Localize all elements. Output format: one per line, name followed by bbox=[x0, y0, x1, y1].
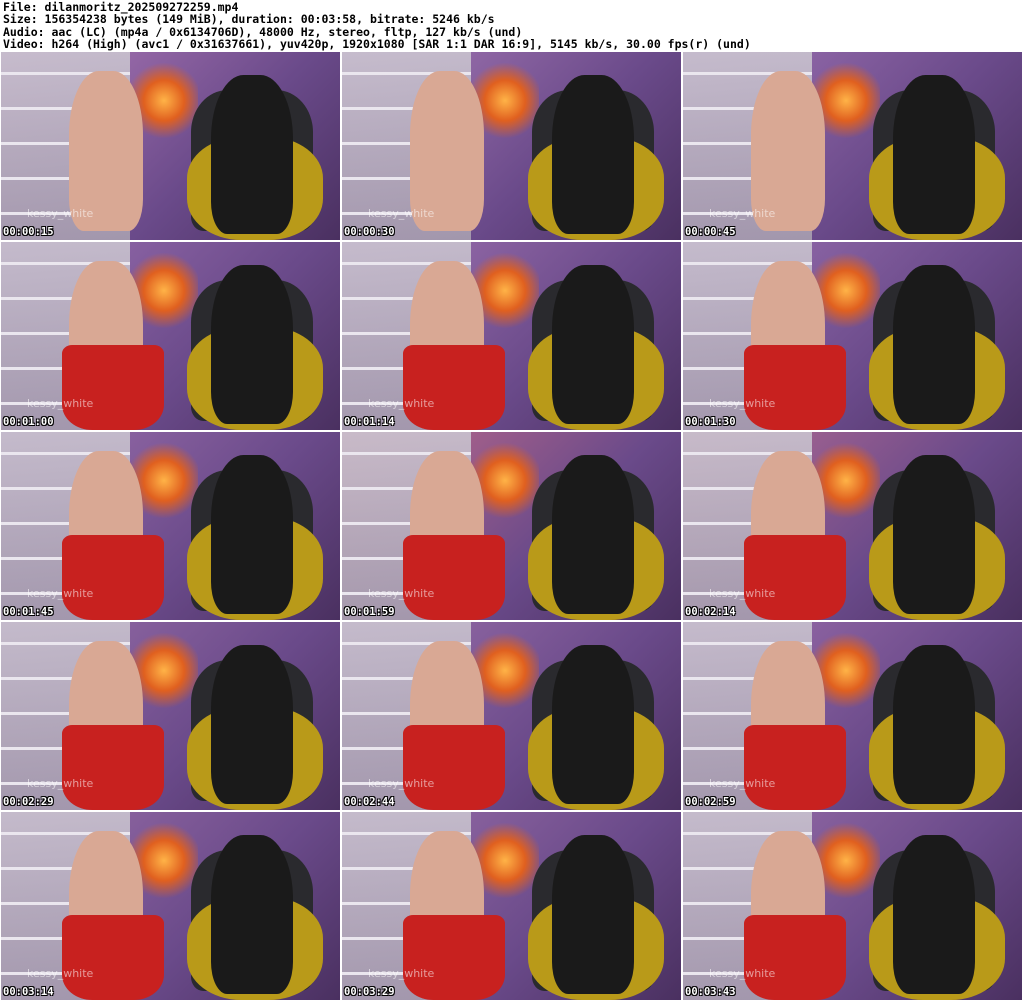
watermark-text: kessy_white bbox=[27, 207, 94, 220]
person-right bbox=[893, 454, 975, 615]
watermark-text: kessy_white bbox=[27, 397, 94, 410]
person-right bbox=[552, 644, 634, 805]
person-right bbox=[893, 834, 975, 995]
timestamp-label: 00:02:14 bbox=[685, 606, 736, 618]
watermark-text: kessy_white bbox=[709, 397, 776, 410]
video-thumbnail[interactable]: kessy_white 00:03:43 bbox=[683, 812, 1022, 1000]
video-thumbnail[interactable]: kessy_white 00:00:30 bbox=[342, 52, 681, 240]
timestamp-label: 00:01:00 bbox=[3, 416, 54, 428]
video-thumbnail[interactable]: kessy_white 00:03:29 bbox=[342, 812, 681, 1000]
person-right bbox=[552, 454, 634, 615]
watermark-text: kessy_white bbox=[709, 587, 776, 600]
red-skirt bbox=[744, 915, 846, 1000]
size-line: Size: 156354238 bytes (149 MiB), duratio… bbox=[3, 12, 495, 27]
video-thumbnail[interactable]: kessy_white 00:00:45 bbox=[683, 52, 1022, 240]
timestamp-label: 00:02:44 bbox=[344, 796, 395, 808]
watermark-text: kessy_white bbox=[27, 967, 94, 980]
watermark-text: kessy_white bbox=[368, 207, 435, 220]
watermark-text: kessy_white bbox=[709, 207, 776, 220]
watermark-text: kessy_white bbox=[368, 587, 435, 600]
timestamp-label: 00:03:43 bbox=[685, 986, 736, 998]
video-thumbnail[interactable]: kessy_white 00:01:45 bbox=[1, 432, 340, 620]
person-right bbox=[211, 834, 293, 995]
timestamp-label: 00:00:30 bbox=[344, 226, 395, 238]
timestamp-label: 00:03:29 bbox=[344, 986, 395, 998]
video-thumbnail[interactable]: kessy_white 00:01:14 bbox=[342, 242, 681, 430]
person-right bbox=[893, 644, 975, 805]
person-right bbox=[552, 264, 634, 425]
video-thumbnail[interactable]: kessy_white 00:02:59 bbox=[683, 622, 1022, 810]
red-skirt bbox=[744, 345, 846, 430]
thumbnail-grid: kessy_white 00:00:15 kessy_white 00:00:30 ke… bbox=[1, 52, 1023, 1002]
video-thumbnail[interactable]: kessy_white 00:02:14 bbox=[683, 432, 1022, 620]
red-skirt bbox=[744, 725, 846, 810]
watermark-text: kessy_white bbox=[368, 397, 435, 410]
red-skirt bbox=[403, 915, 505, 1000]
person-right bbox=[893, 74, 975, 235]
watermark-text: kessy_white bbox=[27, 587, 94, 600]
video-thumbnail[interactable]: kessy_white 00:02:44 bbox=[342, 622, 681, 810]
video-thumbnail[interactable]: kessy_white 00:03:14 bbox=[1, 812, 340, 1000]
video-thumbnail[interactable]: kessy_white 00:00:15 bbox=[1, 52, 340, 240]
red-skirt bbox=[403, 345, 505, 430]
video-thumbnail[interactable]: kessy_white 00:01:59 bbox=[342, 432, 681, 620]
video-thumbnail[interactable]: kessy_white 00:02:29 bbox=[1, 622, 340, 810]
watermark-text: kessy_white bbox=[709, 967, 776, 980]
person-right bbox=[893, 264, 975, 425]
red-skirt bbox=[403, 725, 505, 810]
red-skirt bbox=[62, 535, 164, 620]
person-right bbox=[552, 834, 634, 995]
red-skirt bbox=[403, 535, 505, 620]
timestamp-label: 00:00:45 bbox=[685, 226, 736, 238]
video-thumbnail[interactable]: kessy_white 00:01:30 bbox=[683, 242, 1022, 430]
timestamp-label: 00:01:59 bbox=[344, 606, 395, 618]
timestamp-label: 00:03:14 bbox=[3, 986, 54, 998]
person-right bbox=[211, 454, 293, 615]
video-thumbnail[interactable]: kessy_white 00:01:00 bbox=[1, 242, 340, 430]
timestamp-label: 00:02:59 bbox=[685, 796, 736, 808]
red-skirt bbox=[62, 915, 164, 1000]
red-skirt bbox=[62, 345, 164, 430]
person-right bbox=[211, 644, 293, 805]
red-skirt bbox=[62, 725, 164, 810]
person-right bbox=[211, 264, 293, 425]
timestamp-label: 00:01:45 bbox=[3, 606, 54, 618]
timestamp-label: 00:00:15 bbox=[3, 226, 54, 238]
watermark-text: kessy_white bbox=[368, 967, 435, 980]
red-skirt bbox=[744, 535, 846, 620]
timestamp-label: 00:01:30 bbox=[685, 416, 736, 428]
watermark-text: kessy_white bbox=[368, 777, 435, 790]
watermark-text: kessy_white bbox=[27, 777, 94, 790]
timestamp-label: 00:02:29 bbox=[3, 796, 54, 808]
video-line: Video: h264 (High) (avc1 / 0x31637661), … bbox=[3, 37, 751, 52]
person-right bbox=[552, 74, 634, 235]
person-right bbox=[211, 74, 293, 235]
watermark-text: kessy_white bbox=[709, 777, 776, 790]
timestamp-label: 00:01:14 bbox=[344, 416, 395, 428]
file-info-header: File: dilanmoritz_202509272259.mp4 Size: … bbox=[3, 1, 751, 51]
